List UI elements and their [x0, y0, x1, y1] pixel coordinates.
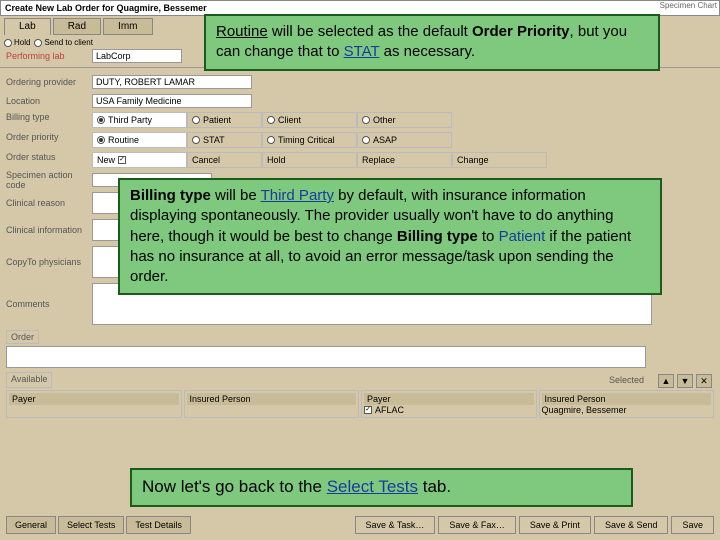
order-priority-label: Order priority	[6, 132, 92, 142]
performing-lab-label: Performing lab	[6, 51, 92, 61]
col-header-insured2: Insured Person	[542, 393, 712, 405]
bottom-tab-test-details[interactable]: Test Details	[126, 516, 191, 534]
billing-client[interactable]: Client	[262, 112, 357, 128]
bottom-tab-general[interactable]: General	[6, 516, 56, 534]
billing-patient[interactable]: Patient	[187, 112, 262, 128]
radio-icon	[362, 116, 370, 124]
radio-icon	[267, 116, 275, 124]
move-down-button[interactable]: ▼	[677, 374, 693, 388]
bottom-buttons: Save & Task… Save & Fax… Save & Print Sa…	[355, 516, 715, 534]
status-replace[interactable]: Replace	[357, 152, 452, 168]
available-insured-col: Insured Person	[184, 390, 360, 418]
up-icon: ▲	[662, 376, 671, 386]
checkbox-icon: ✓	[364, 406, 372, 414]
location-label: Location	[6, 96, 92, 106]
save-fax-button[interactable]: Save & Fax…	[438, 516, 516, 534]
remove-button[interactable]: ✕	[696, 374, 712, 388]
selected-payer-aflac[interactable]: ✓AFLAC	[364, 405, 534, 415]
titlebar-right-text: Specimen Chart	[660, 1, 717, 10]
ordering-provider-label: Ordering provider	[6, 77, 92, 87]
move-up-button[interactable]: ▲	[658, 374, 674, 388]
selected-insured-col: Insured Person Quagmire, Bessemer	[539, 390, 715, 418]
priority-asap[interactable]: ASAP	[357, 132, 452, 148]
radio-icon	[97, 116, 105, 124]
selected-insured-value: Quagmire, Bessemer	[542, 405, 712, 415]
radio-icon	[192, 136, 200, 144]
priority-routine[interactable]: Routine	[92, 132, 187, 148]
bottom-tabs: General Select Tests Test Details	[6, 516, 191, 534]
available-label: Available	[6, 372, 52, 388]
hold-radio[interactable]: Hold	[4, 38, 30, 47]
check-icon: ✓	[118, 156, 126, 164]
copyto-label: CopyTo physicians	[6, 257, 92, 267]
ordering-provider-input[interactable]	[92, 75, 252, 89]
status-cancel[interactable]: Cancel	[187, 152, 262, 168]
window-title: Create New Lab Order for Quagmire, Besse…	[5, 3, 207, 13]
billing-third-party[interactable]: Third Party	[92, 112, 187, 128]
radio-icon	[97, 136, 105, 144]
order-textbox[interactable]	[6, 346, 646, 368]
radio-icon	[267, 136, 275, 144]
col-header-insured: Insured Person	[187, 393, 357, 405]
status-new[interactable]: New✓	[92, 152, 187, 168]
location-input[interactable]	[92, 94, 252, 108]
order-section-label: Order	[6, 330, 39, 344]
status-hold[interactable]: Hold	[262, 152, 357, 168]
selected-payer-col: Payer ✓AFLAC	[361, 390, 537, 418]
col-header-payer: Payer	[9, 393, 179, 405]
tab-imm[interactable]: Imm	[103, 18, 152, 35]
save-print-button[interactable]: Save & Print	[519, 516, 591, 534]
priority-timing-critical[interactable]: Timing Critical	[262, 132, 357, 148]
performing-lab-input[interactable]	[92, 49, 182, 63]
save-task-button[interactable]: Save & Task…	[355, 516, 436, 534]
send-radio[interactable]: Send to client	[34, 38, 92, 47]
radio-icon	[362, 136, 370, 144]
status-change[interactable]: Change	[452, 152, 547, 168]
save-send-button[interactable]: Save & Send	[594, 516, 669, 534]
col-header-payer2: Payer	[364, 393, 534, 405]
priority-stat[interactable]: STAT	[187, 132, 262, 148]
tab-rad[interactable]: Rad	[53, 18, 101, 35]
clinical-reason-label: Clinical reason	[6, 198, 92, 208]
tab-lab[interactable]: Lab	[4, 18, 51, 35]
x-icon: ✕	[700, 376, 708, 387]
callout-select-tests: Now let's go back to the Select Tests ta…	[130, 468, 633, 507]
specimen-action-label: Specimen action code	[6, 170, 92, 190]
clinical-info-label: Clinical information	[6, 225, 92, 235]
bottom-tab-select-tests[interactable]: Select Tests	[58, 516, 124, 534]
radio-icon	[192, 116, 200, 124]
callout-routine: Routine will be selected as the default …	[204, 14, 660, 71]
available-payer-col: Payer	[6, 390, 182, 418]
save-button[interactable]: Save	[671, 516, 714, 534]
order-status-label: Order status	[6, 152, 92, 162]
down-icon: ▼	[681, 376, 690, 386]
callout-billing: Billing type will be Third Party by defa…	[118, 178, 662, 295]
comments-label: Comments	[6, 299, 92, 309]
selected-label: Selected	[605, 374, 648, 386]
billing-other[interactable]: Other	[357, 112, 452, 128]
billing-type-label: Billing type	[6, 112, 92, 122]
